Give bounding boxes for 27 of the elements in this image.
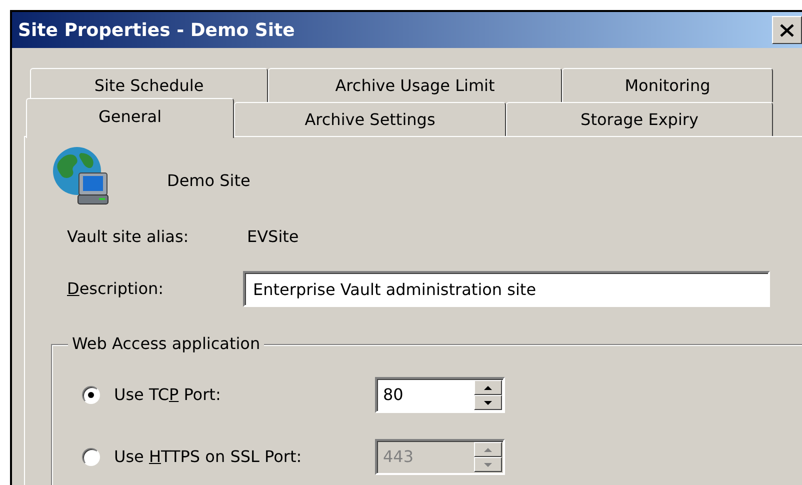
tab[interactable]: General — [26, 98, 234, 138]
tab[interactable]: Site Schedule — [30, 68, 268, 102]
tab[interactable]: Monitoring — [562, 68, 773, 102]
radio-button[interactable] — [82, 386, 100, 404]
tab[interactable]: Storage Expiry — [506, 102, 773, 136]
spin-button[interactable] — [474, 442, 502, 457]
spin-button[interactable] — [474, 457, 502, 472]
alias-value: EVSite — [247, 226, 299, 248]
field-label: Description: — [67, 278, 165, 300]
up-arrow-icon — [484, 446, 492, 452]
down-arrow-icon — [484, 400, 492, 406]
tab[interactable]: Archive Usage Limit — [268, 68, 562, 102]
spin-button[interactable] — [474, 395, 502, 410]
tab[interactable]: Archive Settings — [234, 102, 506, 136]
port-spinner[interactable]: 80 — [375, 377, 505, 413]
close-button[interactable] — [772, 16, 802, 44]
field-label: Vault site alias: — [67, 226, 190, 248]
spin-button[interactable] — [474, 380, 502, 395]
option-label: Use TCP Port: — [114, 384, 222, 406]
site-name: Demo Site — [167, 170, 250, 192]
up-arrow-icon — [484, 384, 492, 390]
description-field[interactable]: Enterprise Vault administration site — [243, 271, 770, 307]
port-field[interactable]: 80 — [377, 379, 473, 411]
down-arrow-icon — [484, 462, 492, 468]
close-icon — [780, 24, 794, 36]
window-title: Site Properties - Demo Site — [18, 18, 296, 42]
option-label: Use HTTPS on SSL Port: — [114, 446, 303, 468]
